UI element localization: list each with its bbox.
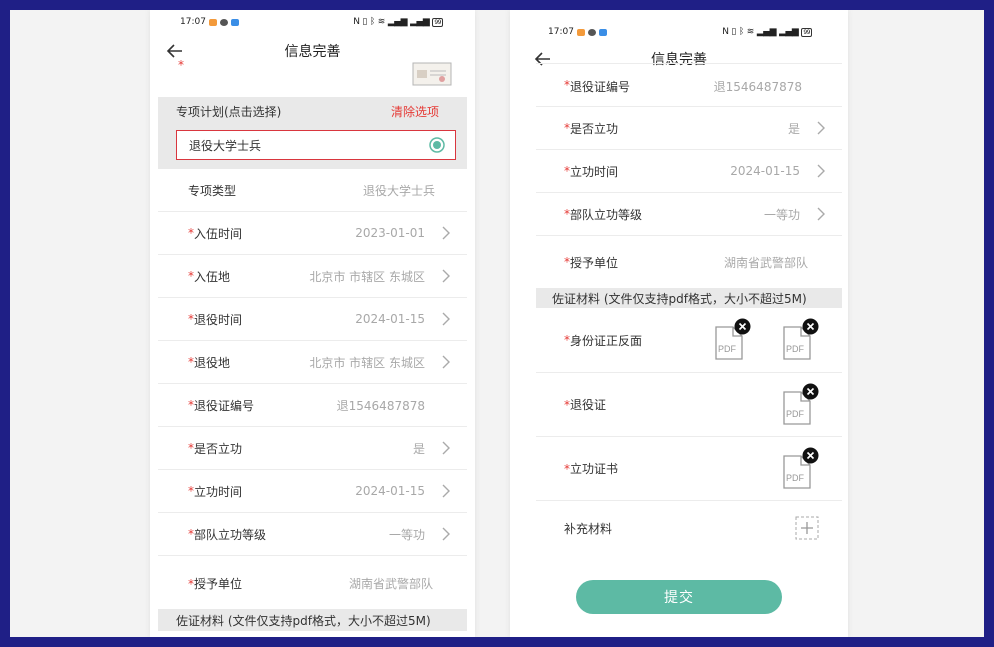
row-discharge-time[interactable]: * 退役时间 2024-01-15 [158, 298, 467, 341]
nfc-icon: N [722, 27, 729, 37]
radio-selected-icon[interactable] [429, 137, 445, 153]
chevron-right-icon [817, 121, 825, 135]
bluetooth-icon: ᛒ [738, 27, 744, 37]
wifi-icon: ≋ [746, 27, 755, 37]
id-card-front-file[interactable]: PDF [714, 318, 751, 362]
cert-row-partial-label: * [178, 58, 184, 72]
message-icon [230, 18, 239, 26]
status-bar: 17:07 N ▯ ᛒ ≋ ▂▄▆ ▂▄▆ 99 [510, 24, 848, 40]
vibrate-icon: ▯ [731, 27, 736, 37]
chevron-right-icon [442, 269, 450, 283]
battery-icon: 99 [432, 17, 443, 27]
phone-screen-left: 17:07 N ▯ ᛒ ≋ ▂▄▆ ▂▄▆ 99 信息完善 * 专项计划(点击选… [150, 10, 475, 637]
battery-icon: 99 [801, 27, 812, 37]
row-merit-time[interactable]: * 立功时间 2024-01-15 [536, 150, 842, 193]
nfc-icon: N [353, 17, 360, 27]
chevron-right-icon [817, 207, 825, 221]
remove-file-icon[interactable] [734, 318, 751, 335]
wifi-icon: ≋ [377, 17, 386, 27]
merit-cert-file[interactable]: PDF [782, 447, 819, 491]
id-card-back-file[interactable]: PDF [782, 318, 819, 362]
row-cert-number[interactable]: * 退役证编号 退1546487878 [536, 63, 842, 107]
chevron-right-icon [442, 226, 450, 240]
row-plan-type: 专项类型 退役大学士兵 [158, 169, 467, 212]
bell-icon [219, 18, 228, 26]
row-award-unit[interactable]: * 授予单位 湖南省武警部队 [158, 562, 467, 605]
remove-file-icon[interactable] [802, 383, 819, 400]
row-has-merit[interactable]: * 是否立功 是 [536, 107, 842, 150]
remove-file-icon[interactable] [802, 447, 819, 464]
row-discharge-place[interactable]: * 退役地 北京市 市辖区 东城区 [158, 341, 467, 384]
notification-icon [576, 28, 585, 36]
row-enlist-place[interactable]: * 入伍地 北京市 市辖区 东城区 [158, 255, 467, 298]
certificate-thumbnail-icon[interactable] [412, 62, 452, 86]
page-title: 信息完善 [284, 44, 341, 60]
row-cert-number[interactable]: * 退役证编号 退1546487878 [158, 384, 467, 427]
vibrate-icon: ▯ [362, 17, 367, 27]
notification-icon [208, 18, 217, 26]
plan-option-veteran-student[interactable]: 退役大学士兵 [176, 130, 456, 160]
chevron-right-icon [442, 355, 450, 369]
remove-file-icon[interactable] [802, 318, 819, 335]
chevron-right-icon [442, 312, 450, 326]
materials-section-header: 佐证材料 (文件仅支持pdf格式，大小不超过5M) [158, 609, 467, 631]
canvas: 17:07 N ▯ ᛒ ≋ ▂▄▆ ▂▄▆ 99 信息完善 * 专项计划(点击选… [10, 10, 984, 637]
bluetooth-icon: ᛒ [369, 17, 375, 27]
signal-icon: ▂▄▆ [410, 17, 430, 27]
clear-selection-button[interactable]: 清除选项 [391, 103, 439, 120]
status-bar: 17:07 N ▯ ᛒ ≋ ▂▄▆ ▂▄▆ 99 [150, 14, 475, 30]
chevron-right-icon [817, 164, 825, 178]
add-file-icon[interactable] [795, 516, 819, 540]
plan-section-label: 专项计划(点击选择) [176, 105, 282, 119]
row-merit-level[interactable]: * 部队立功等级 一等功 [158, 513, 467, 556]
row-merit-time[interactable]: * 立功时间 2024-01-15 [158, 470, 467, 513]
message-icon [598, 28, 607, 36]
signal-icon: ▂▄▆ [756, 27, 777, 37]
row-has-merit[interactable]: * 是否立功 是 [158, 427, 467, 470]
signal-icon: ▂▄▆ [387, 17, 408, 27]
status-time: 17:07 [180, 17, 206, 27]
plan-option-label: 退役大学士兵 [189, 138, 262, 153]
submit-button[interactable]: 提交 [576, 580, 782, 614]
svg-text:PDF: PDF [718, 344, 737, 354]
row-merit-level[interactable]: * 部队立功等级 一等功 [536, 193, 842, 236]
row-enlist-time[interactable]: * 入伍时间 2023-01-01 [158, 212, 467, 255]
phone-screen-right: 17:07 N ▯ ᛒ ≋ ▂▄▆ ▂▄▆ 99 信息完善 * 退役证编号 退1… [510, 10, 848, 637]
signal-icon: ▂▄▆ [779, 27, 799, 37]
materials-section-header: 佐证材料 (文件仅支持pdf格式，大小不超过5M) [536, 288, 842, 308]
discharge-cert-file[interactable]: PDF [782, 383, 819, 427]
svg-text:PDF: PDF [786, 409, 805, 419]
row-award-unit[interactable]: * 授予单位 湖南省武警部队 [536, 236, 842, 288]
chevron-right-icon [442, 484, 450, 498]
svg-text:PDF: PDF [786, 344, 805, 354]
bell-icon [587, 28, 596, 36]
svg-text:PDF: PDF [786, 473, 805, 483]
status-time: 17:07 [548, 27, 574, 37]
chevron-right-icon [442, 441, 450, 455]
chevron-right-icon [442, 527, 450, 541]
